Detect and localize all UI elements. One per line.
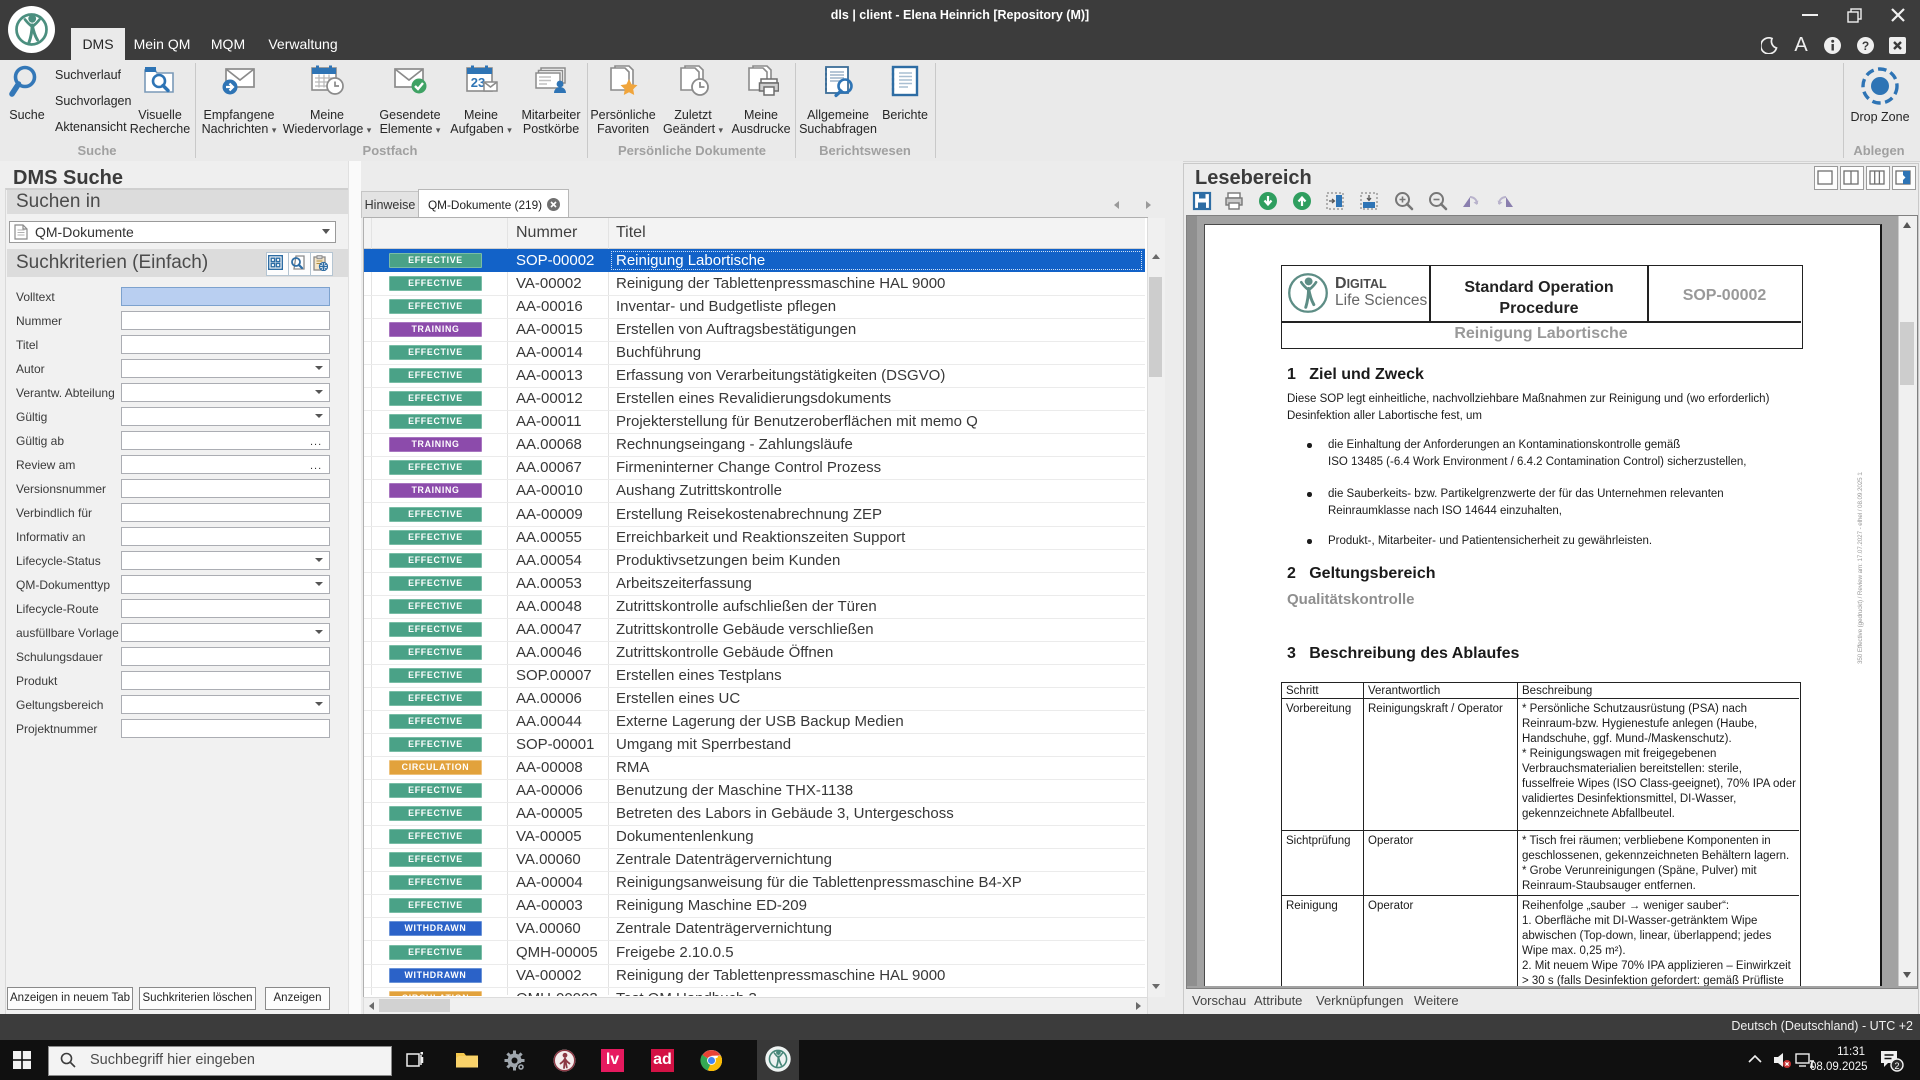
svg-text:23: 23 [471, 75, 485, 90]
svg-text:?: ? [1862, 39, 1869, 53]
svg-text:2: 2 [1894, 1061, 1899, 1071]
